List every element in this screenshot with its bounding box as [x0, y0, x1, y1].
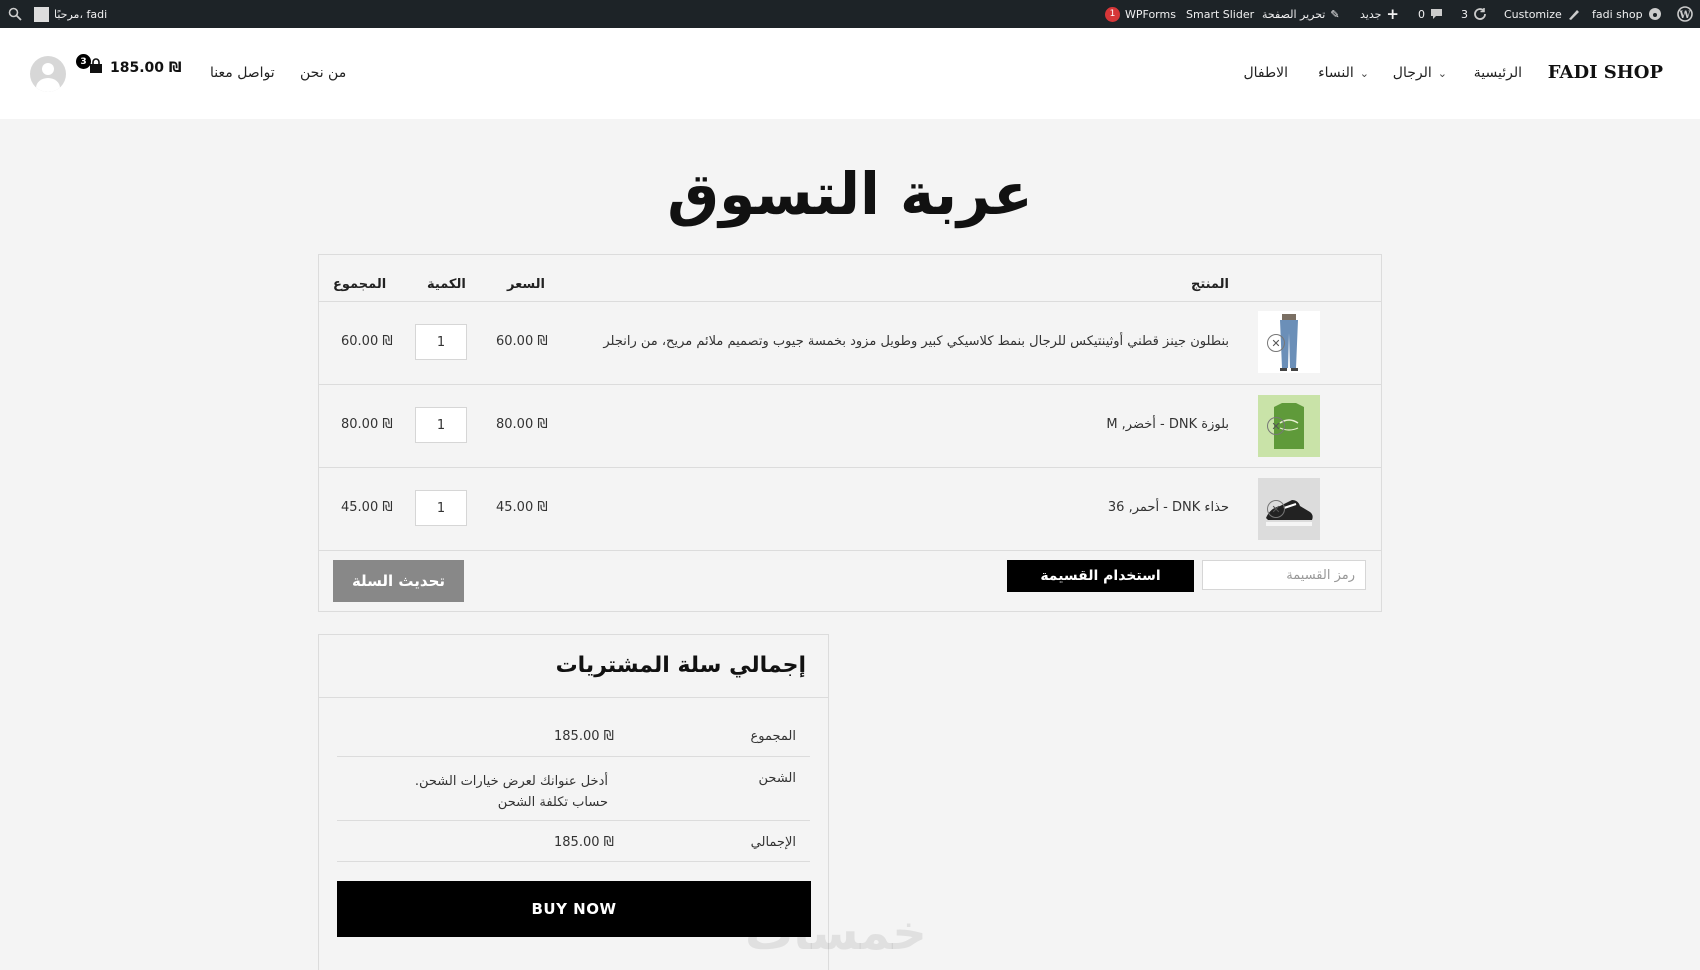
- site-header: FADI SHOP الرئيسية الرجال ⌄ النساء ⌄ الاطف…: [0, 28, 1700, 119]
- greeting-text: مرحبًا، fadi: [54, 7, 108, 21]
- wpforms-badge: 1: [1105, 6, 1120, 22]
- dashboard-icon: [1648, 7, 1662, 21]
- nav-kids[interactable]: الاطفال: [1243, 65, 1288, 81]
- wpforms-label: WPForms: [1125, 7, 1176, 21]
- nav-about-label: من نحن: [300, 65, 347, 81]
- remove-item-icon[interactable]: ✕: [1267, 500, 1285, 518]
- item-price: 80.00 ₪: [496, 417, 548, 432]
- new-label: جديد: [1360, 7, 1382, 21]
- item-price: 45.00 ₪: [496, 500, 548, 515]
- divider: [337, 861, 810, 862]
- nav-kids-label: الاطفال: [1243, 65, 1288, 81]
- wordpress-logo-icon[interactable]: W: [1677, 0, 1693, 28]
- coupon-input[interactable]: رمز القسيمة: [1202, 560, 1366, 590]
- cart-count-badge: 3: [76, 54, 91, 69]
- nav-about[interactable]: من نحن: [300, 65, 346, 81]
- total-value: 185.00 ₪: [554, 835, 614, 850]
- brush-icon: [1567, 7, 1581, 21]
- customize-label: Customize: [1504, 7, 1562, 21]
- cart-table: المجموع الكمية السعر المنتج 60.00 ₪ 1 60…: [318, 254, 1382, 612]
- header-product: المنتج: [1190, 277, 1229, 292]
- buy-now-button[interactable]: BUY NOW: [337, 881, 811, 937]
- update-cart-button[interactable]: تحديث السلة: [333, 560, 464, 602]
- divider: [337, 756, 810, 757]
- item-subtotal: 80.00 ₪: [341, 417, 393, 432]
- header-price: السعر: [507, 277, 545, 292]
- nav-men-label: الرجال: [1392, 65, 1432, 81]
- avatar-head: [42, 63, 54, 75]
- site-name-menu[interactable]: fadi shop: [1592, 0, 1662, 28]
- item-subtotal: 45.00 ₪: [341, 500, 393, 515]
- account-avatar[interactable]: [30, 56, 66, 92]
- apply-coupon-button[interactable]: استخدام القسيمة: [1007, 560, 1194, 592]
- divider: [337, 820, 810, 821]
- smart-slider-menu[interactable]: Smart Slider: [1186, 0, 1254, 28]
- nav-contact[interactable]: تواصل معنا: [210, 65, 275, 81]
- item-subtotal: 60.00 ₪: [341, 334, 393, 349]
- refresh-icon: [1473, 7, 1487, 21]
- comments-count: 0: [1418, 7, 1425, 21]
- pencil-icon: ✎: [1330, 7, 1340, 21]
- search-icon[interactable]: [8, 0, 22, 28]
- watermark-logo: خمسات: [745, 905, 927, 961]
- avatar-body: [36, 78, 60, 92]
- plus-icon: +: [1386, 5, 1399, 23]
- customize-menu[interactable]: Customize: [1504, 0, 1581, 28]
- header-cart[interactable]: 3 185.00 ₪: [76, 54, 182, 78]
- cart-total: 185.00 ₪: [110, 60, 182, 76]
- updates-count: 3: [1461, 7, 1468, 21]
- site-logo[interactable]: FADI SHOP: [1548, 62, 1663, 83]
- shipping-label: الشحن: [758, 771, 796, 786]
- subtotal-value: 185.00 ₪: [554, 729, 614, 744]
- edit-page-label: تحرير الصفحة: [1262, 7, 1326, 21]
- chevron-down-icon: ⌄: [1359, 66, 1369, 80]
- comments-menu[interactable]: 0: [1418, 0, 1443, 28]
- svg-text:W: W: [1678, 10, 1691, 21]
- quantity-input[interactable]: 1: [415, 407, 467, 443]
- header-quantity: الكمية: [427, 277, 466, 292]
- smart-slider-label: Smart Slider: [1186, 7, 1255, 21]
- page-title: عربة التسوق: [667, 160, 1033, 228]
- user-avatar-icon: [34, 6, 49, 22]
- edit-page-menu[interactable]: تحرير الصفحة ✎: [1262, 0, 1340, 28]
- item-name-link[interactable]: بلوزة DNK - أخضر, M: [1106, 417, 1229, 432]
- updates-menu[interactable]: 3: [1461, 0, 1487, 28]
- cart-row: 45.00 ₪ 1 45.00 ₪ حذاء DNK - أحمر, 36 ✕: [319, 468, 1381, 550]
- nav-contact-label: تواصل معنا: [210, 65, 275, 81]
- nav-men[interactable]: الرجال ⌄: [1393, 65, 1447, 81]
- item-name-link[interactable]: بنطلون جينز قطني أوثينتيكس للرجال بنمط ك…: [603, 334, 1229, 349]
- cart-row: 60.00 ₪ 1 60.00 ₪ بنطلون جينز قطني أوثين…: [319, 302, 1381, 384]
- divider: [319, 697, 828, 698]
- shipping-info: أدخل عنوانك لعرض خيارات الشحن. حساب تكلف…: [415, 771, 608, 813]
- shipping-note: أدخل عنوانك لعرض خيارات الشحن.: [414, 774, 608, 789]
- remove-item-icon[interactable]: ✕: [1267, 417, 1285, 435]
- new-content-menu[interactable]: جديد +: [1360, 0, 1399, 28]
- chevron-down-icon: ⌄: [1437, 66, 1447, 80]
- admin-greeting[interactable]: مرحبًا، fadi: [34, 0, 107, 28]
- admin-bar: مرحبًا، fadi 1 WPForms Smart Slider تحري…: [0, 0, 1700, 28]
- cart-row: 80.00 ₪ 1 80.00 ₪ بلوزة DNK - أخضر, M ✕: [319, 385, 1381, 467]
- nav-home[interactable]: الرئيسية: [1474, 65, 1522, 81]
- nav-women[interactable]: النساء ⌄: [1318, 65, 1369, 81]
- item-name-link[interactable]: حذاء DNK - أحمر, 36: [1108, 500, 1229, 515]
- quantity-input[interactable]: 1: [415, 324, 467, 360]
- totals-title: إجمالي سلة المشتريات: [555, 653, 806, 678]
- site-name-label: fadi shop: [1592, 7, 1643, 21]
- nav-home-label: الرئيسية: [1473, 65, 1522, 81]
- subtotal-label: المجموع: [750, 729, 796, 744]
- comment-icon: [1430, 8, 1443, 20]
- header-subtotal: المجموع: [333, 277, 387, 292]
- calculate-shipping-link[interactable]: حساب تكلفة الشحن: [415, 792, 608, 813]
- divider: [319, 550, 1381, 551]
- wpforms-menu[interactable]: 1 WPForms: [1105, 0, 1176, 28]
- nav-women-label: النساء: [1318, 65, 1354, 81]
- total-label: الإجمالي: [750, 835, 796, 850]
- quantity-input[interactable]: 1: [415, 490, 467, 526]
- item-price: 60.00 ₪: [496, 334, 548, 349]
- remove-item-icon[interactable]: ✕: [1267, 334, 1285, 352]
